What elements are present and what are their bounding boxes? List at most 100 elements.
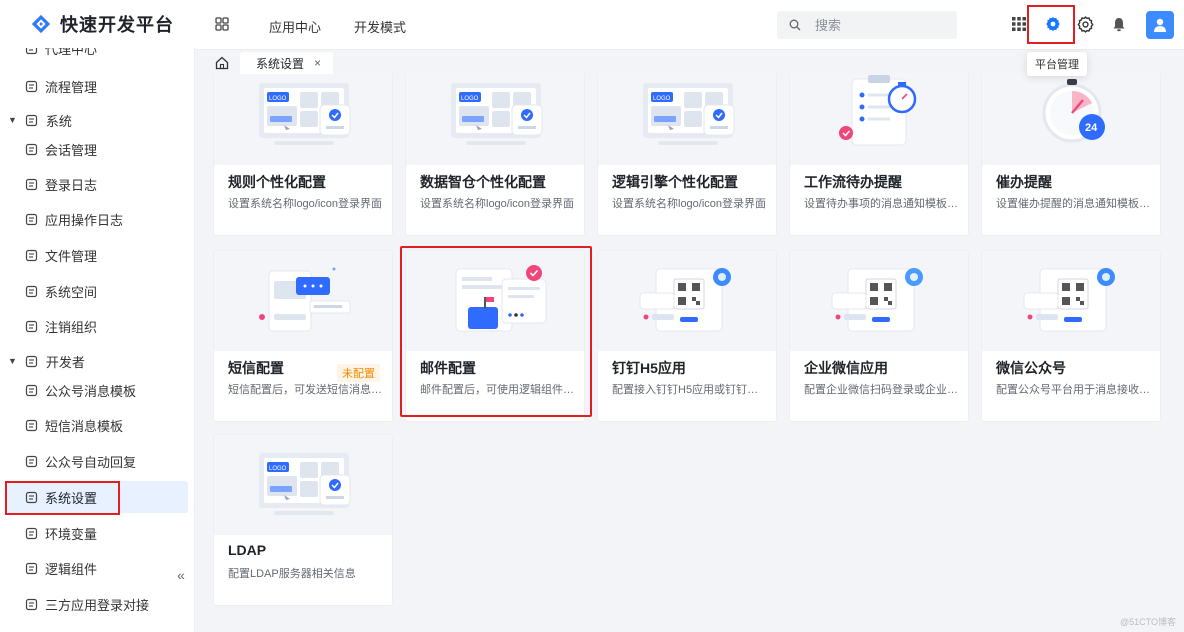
sidebar-item[interactable]: ▼ 开发者	[0, 345, 195, 377]
card-description: 设置系统名称logo/icon登录界面	[420, 198, 575, 210]
card-description: 配置企业微信扫码登录或企业微…	[804, 384, 960, 396]
settings-card[interactable]: LOGO LDAP 配置LDAP服务器相关信息	[213, 434, 393, 606]
space-icon	[24, 284, 38, 298]
timer-illustration: 24	[982, 74, 1160, 165]
system-icon	[25, 113, 39, 127]
caret-down-icon: ▼	[8, 356, 17, 366]
svg-text:LOGO: LOGO	[269, 96, 287, 102]
auto-reply-icon	[24, 454, 38, 468]
sidebar-item-label: 注销组织	[45, 319, 98, 335]
settings-card[interactable]: LOGO 规则个性化配置 设置系统名称logo/icon登录界面	[213, 74, 393, 236]
logo-illustration: LOGO	[406, 74, 584, 165]
home-icon[interactable]	[215, 56, 229, 70]
card-title: 邮件配置	[420, 360, 476, 376]
sidebar-item[interactable]: 三方应用登录对接	[0, 588, 195, 620]
search-icon	[789, 19, 801, 31]
watermark: @51CTO博客	[1120, 617, 1176, 627]
svg-text:LOGO: LOGO	[461, 96, 479, 102]
card-description: 设置催办提醒的消息通知模板，…	[996, 198, 1152, 210]
env-icon	[24, 526, 38, 540]
settings-card[interactable]: 24 催办提醒 设置催办提醒的消息通知模板，…	[981, 74, 1161, 236]
sidebar-item[interactable]: 公众号自动回复	[0, 445, 195, 477]
sidebar-item[interactable]: 文件管理	[0, 239, 195, 271]
settings-card[interactable]: 钉钉H5应用 配置接入钉钉H5应用或钉钉扫码…	[597, 250, 777, 422]
settings-gear-icon[interactable]	[1076, 15, 1094, 33]
sidebar-item-label: 会话管理	[45, 142, 98, 158]
sidebar-item-label: 流程管理	[45, 79, 98, 95]
sidebar-item[interactable]: 登录日志	[0, 168, 195, 200]
login-log-icon	[24, 177, 38, 191]
logic-icon	[24, 561, 38, 575]
card-description: 邮件配置后，可使用逻辑组件灵…	[420, 384, 576, 396]
sidebar-item-label: 短信消息模板	[45, 418, 124, 434]
sidebar-item[interactable]: 应用操作日志	[0, 203, 195, 235]
brand[interactable]: 快速开发平台	[0, 0, 195, 48]
tab-system-settings[interactable]: 系统设置 ×	[240, 52, 333, 74]
sidebar-item-label: 环境变量	[45, 526, 98, 542]
sms-template-icon	[24, 418, 38, 432]
sidebar-item[interactable]: 公众号消息模板	[0, 374, 195, 406]
dots-grid-icon[interactable]	[1010, 15, 1028, 33]
card-description: 配置LDAP服务器相关信息	[228, 568, 356, 580]
sidebar-item-label: 文件管理	[45, 248, 98, 264]
settings-card[interactable]: 邮件配置邮件配置后，可使用逻辑组件灵…	[405, 250, 585, 422]
mail-illustration	[406, 251, 584, 351]
card-description: 设置系统名称logo/icon登录界面	[228, 198, 383, 210]
search-box[interactable]	[777, 11, 957, 39]
logo-illustration: LOGO	[214, 435, 392, 535]
svg-text:LOGO: LOGO	[269, 466, 287, 472]
sidebar-item[interactable]: 逻辑组件	[0, 552, 195, 584]
sidebar-item[interactable]: 系统空间	[0, 275, 195, 307]
sidebar-item[interactable]: 流程管理	[0, 70, 195, 102]
sidebar-item-label: 登录日志	[45, 177, 98, 193]
card-description: 设置系统名称logo/icon登录界面	[612, 198, 767, 210]
settings-card-grid: LOGO 规则个性化配置 设置系统名称logo/icon登录界面 LOGO 数据智仓个性…	[195, 74, 1184, 632]
status-badge: 未配置	[337, 364, 380, 382]
user-avatar[interactable]	[1146, 11, 1174, 39]
sidebar-item[interactable]: 短信消息模板	[0, 409, 195, 441]
apps-grid-icon[interactable]	[215, 17, 229, 31]
settings-card[interactable]: 工作流待办提醒 设置待办事项的消息通知模板，…	[789, 74, 969, 236]
template-icon	[24, 383, 38, 397]
card-title: 数据智仓个性化配置	[420, 174, 546, 190]
user-icon	[1154, 18, 1166, 32]
highlight-system-settings	[5, 481, 120, 515]
qr-ding-illustration	[598, 251, 776, 351]
sidebar-item-label: 系统	[45, 113, 72, 129]
settings-card[interactable]: 短信配置 短信配置后，可发送短信消息，… 未配置	[213, 250, 393, 422]
brand-name: 快速开发平台	[60, 15, 174, 35]
settings-card[interactable]: LOGO 数据智仓个性化配置设置系统名称logo/icon登录界面	[405, 74, 585, 236]
nav-app-center[interactable]: 应用中心	[269, 17, 321, 36]
sidebar-item-label: 系统空间	[45, 284, 98, 300]
bell-icon[interactable]	[1110, 15, 1128, 33]
sidebar-item[interactable]: ▼ 系统	[0, 104, 195, 136]
sidebar-item[interactable]: 注销组织	[0, 310, 195, 342]
nav-dev-mode[interactable]: 开发模式	[354, 17, 406, 36]
sidebar-item-label: 开发者	[45, 354, 85, 370]
card-title: 逻辑引擎个性化配置	[612, 174, 738, 190]
highlight-platform-admin	[1027, 5, 1075, 44]
logo-illustration: LOGO	[598, 74, 776, 165]
settings-card[interactable]: 企业微信应用 配置企业微信扫码登录或企业微…	[789, 250, 969, 422]
settings-card[interactable]: 微信公众号 配置公众号平台用于消息接收发…	[981, 250, 1161, 422]
platform-admin-tooltip: 平台管理	[1027, 52, 1087, 76]
sidebar-item-label: 应用操作日志	[45, 212, 124, 228]
card-title: 微信公众号	[996, 360, 1066, 376]
sidebar: 代理中心 流程管理 ▼ 系统 会话管理 登录日志 应用操作日志 文件管理 系统空间 注销组织 ▼ 开发…	[0, 0, 195, 632]
search-input[interactable]	[815, 17, 935, 33]
sidebar-item-label: 公众号自动回复	[45, 454, 137, 470]
third-party-icon	[24, 597, 38, 611]
sidebar-item[interactable]: 环境变量	[0, 517, 195, 549]
session-icon	[24, 142, 38, 156]
collapse-sidebar-button[interactable]: «	[170, 564, 192, 586]
card-description: 短信配置后，可发送短信消息，…	[228, 384, 384, 396]
org-icon	[24, 319, 38, 333]
tab-label: 系统设置	[256, 56, 305, 71]
caret-down-icon: ▼	[8, 115, 17, 125]
developer-icon	[25, 354, 39, 368]
sidebar-item[interactable]: 会话管理	[0, 133, 195, 165]
qr-wechat-illustration	[982, 251, 1160, 351]
settings-card[interactable]: LOGO 逻辑引擎个性化配置设置系统名称logo/icon登录界面	[597, 74, 777, 236]
tab-close-icon[interactable]: ×	[314, 56, 321, 70]
sidebar-item-label: 逻辑组件	[45, 561, 98, 577]
